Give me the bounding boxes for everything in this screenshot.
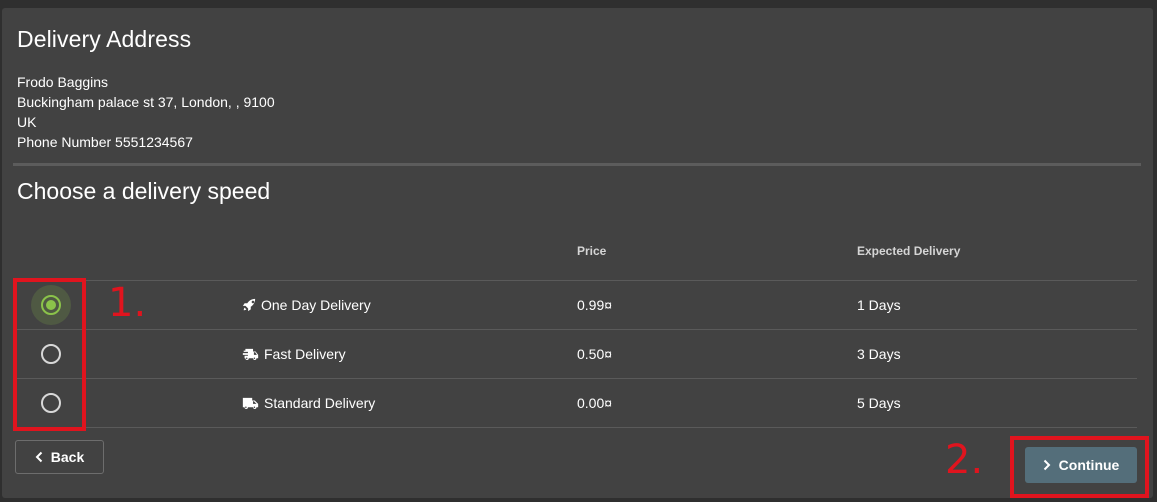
address-name: Frodo Baggins: [17, 74, 109, 90]
annotation-step-1: 1.: [108, 280, 147, 326]
delivery-method-name: Fast Delivery: [264, 346, 346, 362]
delivery-method: Standard Delivery: [242, 395, 375, 411]
delivery-method-name: One Day Delivery: [261, 297, 371, 313]
annotation-step-2: 2.: [945, 437, 984, 483]
delivery-speed-heading: Choose a delivery speed: [17, 178, 271, 204]
delivery-method: Fast Delivery: [242, 346, 346, 362]
delivery-days: 3 Days: [857, 346, 901, 362]
delivery-method-name: Standard Delivery: [264, 395, 376, 411]
delivery-days: 5 Days: [857, 395, 901, 411]
delivery-price: 0.99¤: [577, 297, 613, 313]
back-button-label: Back: [50, 449, 85, 465]
address-street: Buckingham palace st 37, London, , 9100: [17, 94, 275, 110]
price-column-header: Price: [577, 244, 607, 258]
truck-icon: [242, 397, 259, 409]
annotation-box-continue: [1010, 436, 1149, 498]
section-divider: [13, 163, 1141, 166]
table-divider: [13, 427, 1137, 428]
expected-delivery-column-header: Expected Delivery: [857, 244, 961, 258]
delivery-price: 0.50¤: [577, 346, 613, 362]
delivery-option-row[interactable]: Standard Delivery 0.00¤ 5 Days: [13, 379, 1137, 427]
delivery-option-row[interactable]: Fast Delivery 0.50¤ 3 Days: [13, 330, 1137, 378]
delivery-option-row[interactable]: One Day Delivery 0.99¤ 1 Days: [13, 281, 1137, 329]
chevron-left-icon: [35, 451, 42, 463]
delivery-price: 0.00¤: [577, 395, 613, 411]
address-block: Frodo Baggins Buckingham palace st 37, L…: [17, 72, 275, 152]
address-phone: Phone Number 5551234567: [17, 134, 193, 150]
shipping-fast-icon: [242, 348, 259, 360]
delivery-days: 1 Days: [857, 297, 901, 313]
rocket-icon: [242, 298, 256, 312]
delivery-address-heading: Delivery Address: [17, 26, 192, 52]
delivery-method: One Day Delivery: [242, 297, 371, 313]
annotation-box-radio-options: [13, 278, 86, 431]
address-country: UK: [17, 114, 37, 130]
back-button[interactable]: Back: [15, 440, 104, 474]
delivery-card: Delivery Address Frodo Baggins Buckingha…: [2, 8, 1153, 498]
